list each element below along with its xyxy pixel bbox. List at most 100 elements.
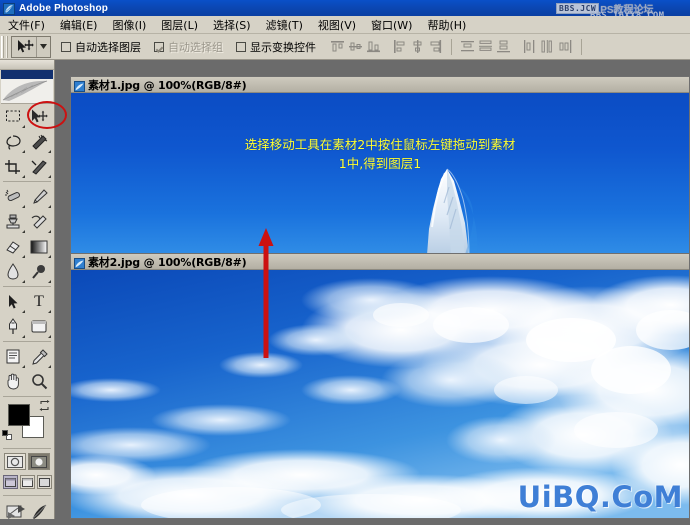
move-tool[interactable] [26, 104, 52, 129]
toolbox-separator [3, 448, 51, 449]
tool-flyout-triangle-icon [48, 175, 51, 178]
menu-select[interactable]: 选择(S) [210, 16, 254, 34]
blur-tool[interactable] [0, 259, 26, 284]
swap-colors-icon[interactable] [39, 400, 50, 413]
notes-tool[interactable] [0, 344, 26, 369]
lasso-tool[interactable] [0, 129, 26, 154]
menu-image[interactable]: 图像(I) [109, 16, 149, 34]
tool-flyout-triangle-icon [22, 310, 25, 313]
align-top-edges-icon[interactable] [330, 39, 345, 54]
healing-brush-tool[interactable] [0, 184, 26, 209]
show-transform-controls-checkbox[interactable] [236, 41, 246, 52]
options-bar-grip[interactable] [1, 35, 8, 58]
annotation-line-2: 1中,得到图层1 [338, 156, 422, 171]
history-brush-tool[interactable] [26, 209, 52, 234]
auto-select-layer-option[interactable]: 自动选择图层 [61, 39, 141, 55]
align-vertical-centers-icon[interactable] [348, 39, 363, 54]
gradient-tool[interactable] [26, 234, 52, 259]
toolbox-separator [3, 341, 51, 342]
menu-help[interactable]: 帮助(H) [424, 16, 469, 34]
menu-view[interactable]: 视图(V) [315, 16, 359, 34]
jump-to-imageready-button[interactable] [6, 503, 27, 525]
tool-flyout-triangle-icon [22, 365, 25, 368]
toolbox-row-2 [0, 129, 54, 154]
distribute-horizontal-centers-icon[interactable] [540, 39, 555, 54]
full-screen-with-menubar-button[interactable] [19, 475, 35, 489]
active-tool-preset-well[interactable] [11, 35, 51, 58]
tool-flyout-triangle-icon [48, 255, 51, 258]
toolbox-row-7 [0, 259, 54, 284]
toolbox-row-4 [0, 184, 54, 209]
document-1-title-bar[interactable]: 素材1.jpg @ 100%(RGB/8#) [71, 77, 689, 93]
shape-tool[interactable] [26, 314, 52, 339]
tool-preset-chevron-down-icon[interactable] [36, 36, 49, 57]
hand-tool[interactable] [0, 369, 26, 394]
tool-options-bar: 自动选择图层 自动选择组 显示变换控件 [0, 34, 690, 60]
document-window-1[interactable]: 素材1.jpg @ 100%(RGB/8#) 选择移动工具在素材2中按住鼠标左键… [70, 76, 690, 254]
document-2-title-bar[interactable]: 素材2.jpg @ 100%(RGB/8#) [71, 254, 689, 270]
eraser-tool[interactable] [0, 234, 26, 259]
dodge-tool[interactable] [26, 259, 52, 284]
document-2-title: 素材2.jpg @ 100%(RGB/8#) [88, 255, 247, 269]
magic-wand-tool[interactable] [26, 129, 52, 154]
instruction-annotation: 选择移动工具在素材2中按住鼠标左键拖动到素材 1中,得到图层1 [71, 135, 689, 173]
tool-flyout-triangle-icon [22, 150, 25, 153]
move-tool-icon [12, 37, 36, 57]
marquee-tool[interactable] [0, 104, 26, 129]
brush-tool[interactable] [26, 184, 52, 209]
pen-tool[interactable] [0, 314, 26, 339]
align-right-edges-icon[interactable] [428, 39, 443, 54]
image-doc-icon [74, 256, 85, 269]
type-tool[interactable]: T [26, 289, 52, 314]
document-2-canvas[interactable]: UiBQ.CoM [71, 270, 689, 518]
path-selection-tool[interactable] [0, 289, 26, 314]
toolbox-separator [3, 396, 51, 397]
menu-window[interactable]: 窗口(W) [368, 16, 415, 34]
imageready-icon[interactable] [31, 503, 48, 525]
tool-flyout-triangle-icon [48, 335, 51, 338]
tool-flyout-triangle-icon [22, 255, 25, 258]
distribute-bottom-edges-icon[interactable] [496, 39, 511, 54]
toolbox-row-10 [0, 344, 54, 369]
menu-edit[interactable]: 编辑(E) [57, 16, 101, 34]
quick-mask-mode-button[interactable] [28, 453, 50, 470]
show-transform-controls-label: 显示变换控件 [250, 40, 316, 54]
show-transform-controls-option[interactable]: 显示变换控件 [236, 39, 316, 55]
toolbox-separator [3, 181, 51, 182]
distribute-vertical-centers-icon[interactable] [478, 39, 493, 54]
menu-file[interactable]: 文件(F) [5, 16, 48, 34]
toolbox-palette: T [0, 60, 67, 519]
toolbox-separator [3, 495, 51, 496]
standard-screen-mode-button[interactable] [2, 475, 18, 489]
align-horizontal-centers-icon[interactable] [410, 39, 425, 54]
document-window-2[interactable]: 素材2.jpg @ 100%(RGB/8#) UiBQ.CoM [70, 253, 690, 519]
foreground-color-swatch[interactable] [8, 404, 30, 426]
zoom-tool[interactable] [26, 369, 52, 394]
slice-tool[interactable] [26, 154, 52, 179]
document-1-canvas[interactable]: 选择移动工具在素材2中按住鼠标左键拖动到素材 1中,得到图层1 [71, 93, 689, 253]
image-doc-icon [74, 79, 85, 92]
crop-tool[interactable] [0, 154, 26, 179]
distribute-top-edges-icon[interactable] [460, 39, 475, 54]
align-left-edges-icon[interactable] [392, 39, 407, 54]
distribute-right-edges-icon[interactable] [558, 39, 573, 54]
menu-filter[interactable]: 滤镜(T) [263, 16, 306, 34]
move-tool-options: 自动选择图层 自动选择组 显示变换控件 [61, 39, 316, 55]
clone-stamp-tool[interactable] [0, 209, 26, 234]
eyedropper-tool[interactable] [26, 344, 52, 369]
standard-mode-button[interactable] [4, 453, 26, 470]
auto-select-layer-checkbox[interactable] [61, 41, 71, 52]
tool-flyout-triangle-icon [48, 205, 51, 208]
tool-flyout-triangle-icon [22, 205, 25, 208]
toolbox-drag-handle[interactable] [0, 60, 54, 70]
tool-flyout-triangle-icon [22, 230, 25, 233]
screen-modes [0, 475, 54, 489]
tool-flyout-triangle-icon [48, 280, 51, 283]
menu-layer[interactable]: 图层(L) [158, 16, 201, 34]
default-colors-icon[interactable] [2, 430, 12, 440]
tool-flyout-triangle-icon [48, 230, 51, 233]
tool-flyout-triangle-icon [22, 280, 25, 283]
full-screen-mode-button[interactable] [36, 475, 52, 489]
distribute-left-edges-icon[interactable] [522, 39, 537, 54]
align-bottom-edges-icon[interactable] [366, 39, 381, 54]
